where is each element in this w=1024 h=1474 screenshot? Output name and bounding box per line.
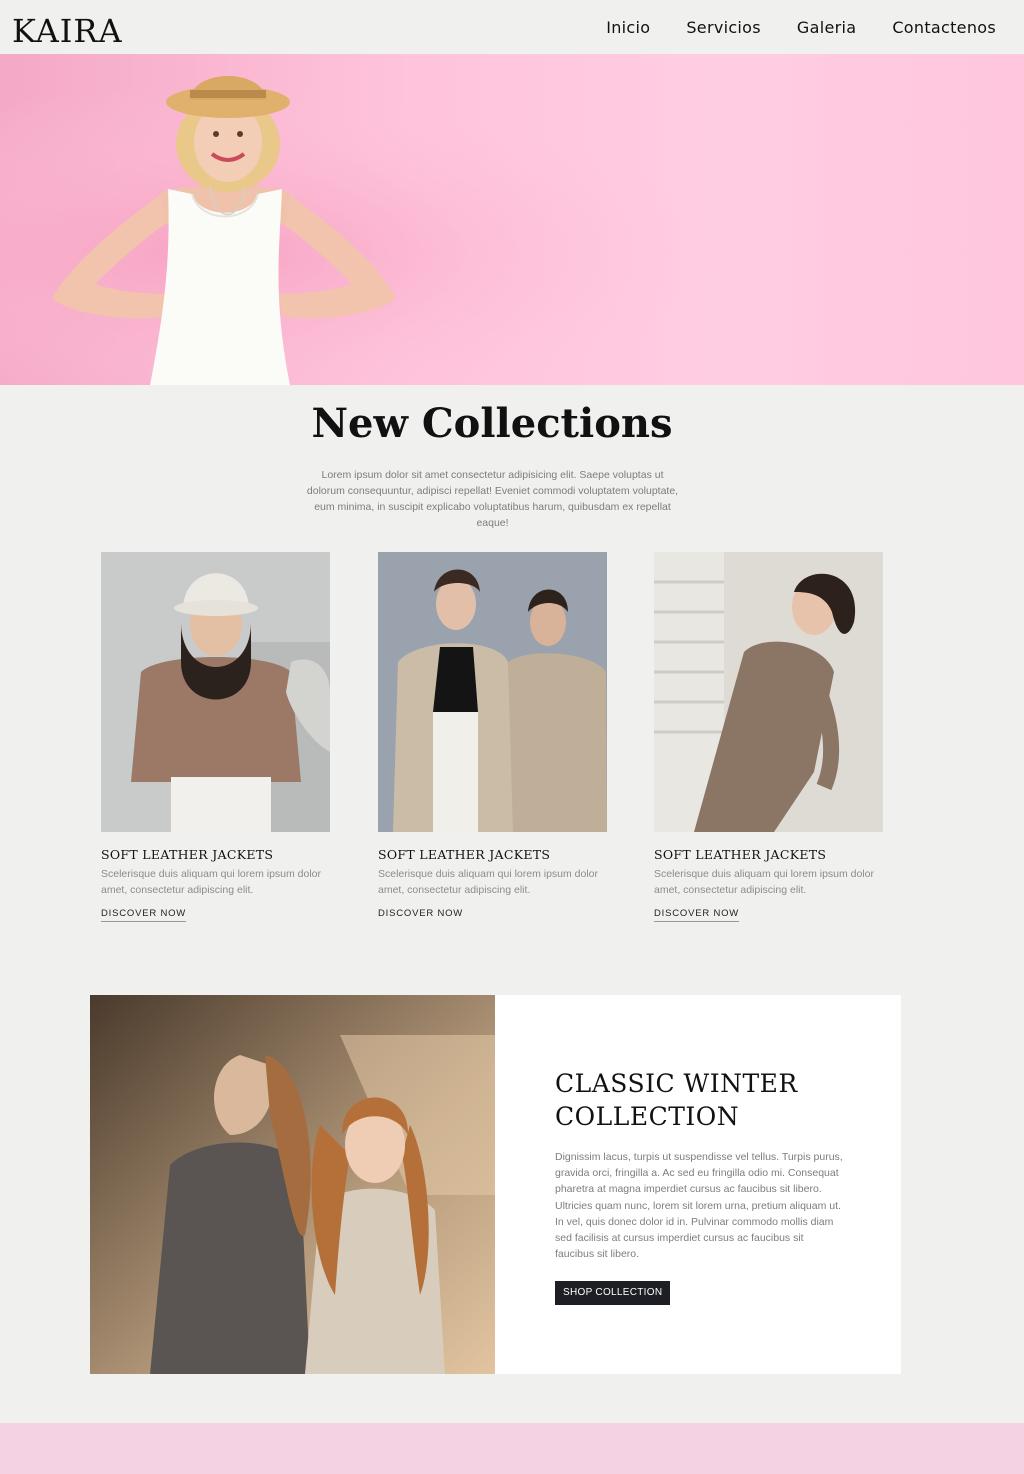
discover-now-link[interactable]: DISCOVER NOW (101, 908, 187, 922)
footer-band (0, 1423, 1024, 1474)
section-description: Lorem ipsum dolor sit amet consectetur a… (306, 469, 679, 529)
winter-collection-section: CLASSIC WINTER COLLECTION Dignissim lacu… (90, 995, 901, 1374)
collection-card: SOFT LEATHER JACKETS Scelerisque duis al… (654, 552, 883, 922)
card-image[interactable] (101, 552, 330, 832)
card-title: SOFT LEATHER JACKETS (378, 847, 551, 862)
top-nav: KAIRA Inicio Servicios Galeria Contacten… (0, 0, 1024, 54)
winter-collection-text: Dignissim lacus, turpis ut suspendisse v… (555, 1151, 843, 1261)
card-image[interactable] (378, 552, 607, 832)
hero-banner (0, 54, 1024, 385)
card-text: Scelerisque duis aliquam qui lorem ipsum… (378, 868, 599, 896)
hero-model-image (0, 54, 1024, 385)
nav-item-servicios[interactable]: Servicios (686, 18, 761, 37)
card-text: Scelerisque duis aliquam qui lorem ipsum… (654, 868, 875, 896)
section-title-new-collections: New Collections (311, 400, 673, 447)
nav-item-inicio[interactable]: Inicio (606, 18, 650, 37)
card-text: Scelerisque duis aliquam qui lorem ipsum… (101, 868, 322, 896)
card-title: SOFT LEATHER JACKETS (654, 847, 827, 862)
brand-logo[interactable]: KAIRA (12, 12, 123, 50)
card-title: SOFT LEATHER JACKETS (101, 847, 274, 862)
main-menu: Inicio Servicios Galeria Contactenos (606, 18, 996, 37)
collection-card: SOFT LEATHER JACKETS Scelerisque duis al… (101, 552, 330, 922)
shop-collection-button[interactable]: SHOP COLLECTION (555, 1281, 671, 1305)
nav-item-galeria[interactable]: Galeria (797, 18, 856, 37)
card-image[interactable] (654, 552, 883, 832)
winter-collection-title: CLASSIC WINTER COLLECTION (555, 1069, 798, 1131)
discover-now-link[interactable]: DISCOVER NOW (654, 908, 740, 922)
nav-item-contactenos[interactable]: Contactenos (892, 18, 996, 37)
winter-collection-image (90, 995, 495, 1374)
discover-now-link[interactable]: DISCOVER NOW (378, 908, 463, 921)
collection-card: SOFT LEATHER JACKETS Scelerisque duis al… (378, 552, 607, 921)
